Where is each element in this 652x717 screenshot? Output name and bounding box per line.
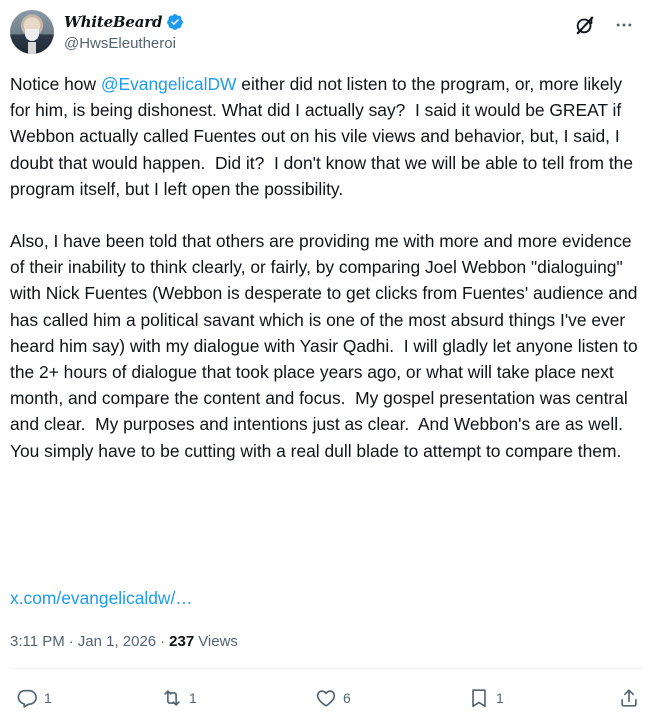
share-button[interactable] xyxy=(618,684,640,712)
divider xyxy=(10,668,642,669)
verified-badge-icon xyxy=(167,14,184,30)
avatar-beard xyxy=(25,29,39,41)
views-count: 237 xyxy=(169,632,195,650)
post-paragraph-1: Notice how @EvangelicalDW either did not… xyxy=(10,71,646,202)
meta-separator: · xyxy=(160,632,166,650)
post-date[interactable]: Jan 1, 2026 xyxy=(78,633,156,650)
header-actions xyxy=(574,14,634,36)
display-name[interactable]: WhiteBeard xyxy=(64,13,162,31)
post-meta: 3:11 PM · Jan 1, 2026 · 237 Views xyxy=(10,631,238,651)
bookmark-count: 1 xyxy=(496,690,504,706)
post-text-segment: Notice how xyxy=(10,74,101,94)
post-text: Notice how @EvangelicalDW either did not… xyxy=(10,71,646,464)
external-link[interactable]: x.com/evangelicaldw/… xyxy=(10,585,193,611)
like-count: 6 xyxy=(343,690,351,706)
grok-icon[interactable] xyxy=(574,14,596,36)
avatar-shirt xyxy=(28,42,36,54)
post-paragraph-2: Also, I have been told that others are p… xyxy=(10,231,643,461)
reply-button[interactable]: 1 xyxy=(16,684,52,712)
name-row: WhiteBeard xyxy=(64,12,184,32)
repost-count: 1 xyxy=(189,690,197,706)
handle[interactable]: @HwsEleutheroi xyxy=(64,35,176,52)
post-time[interactable]: 3:11 PM xyxy=(10,633,65,650)
reply-icon xyxy=(17,689,37,708)
action-bar: 1 1 6 1 xyxy=(10,684,642,714)
repost-button[interactable]: 1 xyxy=(161,684,197,712)
bookmark-icon xyxy=(472,689,486,708)
views-label: Views xyxy=(198,632,238,650)
meta-separator: · xyxy=(68,632,74,650)
share-icon xyxy=(621,689,637,707)
post-header: WhiteBeard @HwsEleutheroi xyxy=(10,10,642,58)
reply-count: 1 xyxy=(44,690,52,706)
mention-link[interactable]: @EvangelicalDW xyxy=(101,74,237,94)
heart-icon xyxy=(316,690,336,707)
like-button[interactable]: 6 xyxy=(315,684,351,712)
more-icon[interactable] xyxy=(614,15,634,35)
repost-icon xyxy=(164,690,180,706)
avatar[interactable] xyxy=(10,10,54,54)
bookmark-button[interactable]: 1 xyxy=(468,684,504,712)
